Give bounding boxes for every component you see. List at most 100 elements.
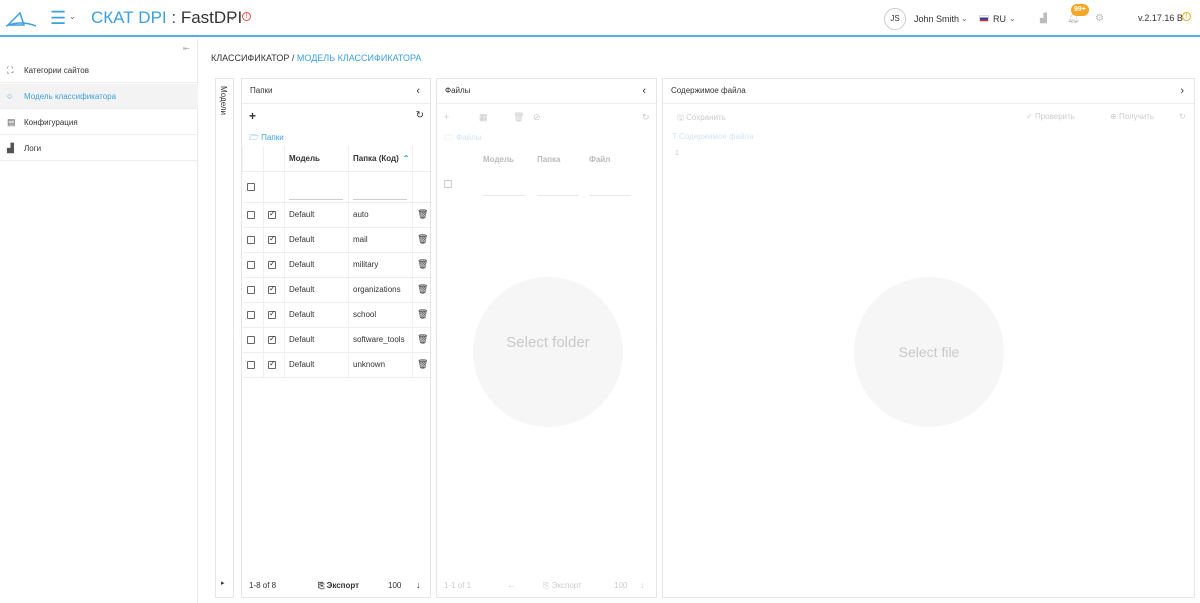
version-info-icon[interactable]: ! xyxy=(1182,12,1191,21)
user-name[interactable]: John Smith xyxy=(914,14,959,24)
select-all-checkbox[interactable] xyxy=(444,180,452,188)
check-button[interactable]: ✓ Проверить xyxy=(1026,112,1075,121)
row-enabled-checkbox[interactable] xyxy=(268,284,276,294)
chevron-left-icon[interactable]: ‹ xyxy=(416,85,420,97)
sidebar-item-logs[interactable]: ▟ Логи xyxy=(0,136,198,161)
row-enabled-checkbox[interactable] xyxy=(268,234,276,244)
menu-icon[interactable]: ☰ xyxy=(50,9,66,27)
cell-folder: software_tools xyxy=(348,327,413,353)
flag-icon[interactable] xyxy=(979,15,989,22)
per-page-select[interactable]: 100 xyxy=(388,581,401,590)
row-select-checkbox[interactable] xyxy=(246,210,255,219)
row-enabled-checkbox[interactable] xyxy=(268,334,276,344)
table-row[interactable]: Default military 🗑︎ xyxy=(242,252,432,278)
collapse-sidebar-icon[interactable]: ⇤ xyxy=(183,44,190,53)
trash-icon[interactable]: 🗑︎ xyxy=(417,209,428,219)
table-row[interactable]: Default auto 🗑︎ xyxy=(242,202,432,228)
download-icon[interactable]: ↓ xyxy=(416,580,421,590)
model-filter-input[interactable] xyxy=(483,195,525,196)
row-select-checkbox[interactable] xyxy=(246,260,255,269)
warning-icon[interactable]: ! xyxy=(242,12,251,21)
globe-icon: ⊕ xyxy=(1110,112,1117,121)
folders-link-label: Папки xyxy=(261,133,284,142)
column-header-model[interactable]: Модель xyxy=(483,155,514,164)
row-select-checkbox[interactable] xyxy=(246,235,255,244)
cell-model: Default xyxy=(284,202,349,228)
chevron-right-icon[interactable]: › xyxy=(1180,85,1184,97)
block-icon[interactable]: ⊘ xyxy=(533,112,541,123)
save-button[interactable]: 🖫︎ Сохранить xyxy=(677,112,726,126)
row-enabled-checkbox[interactable] xyxy=(268,209,276,219)
notification-badge[interactable]: 99+ xyxy=(1071,4,1089,16)
sort-asc-icon[interactable]: ⌃ xyxy=(403,154,410,163)
prev-page-icon[interactable]: ← xyxy=(507,580,516,590)
fetch-button[interactable]: ⊕ Получить xyxy=(1110,112,1154,121)
row-enabled-checkbox[interactable] xyxy=(268,259,276,269)
logo-icon[interactable] xyxy=(6,7,36,29)
sidebar-item-site-categories[interactable]: ⛶ Категории сайтов xyxy=(0,58,198,83)
select-all-checkbox[interactable] xyxy=(246,182,255,191)
trash-icon[interactable]: 🗑︎ xyxy=(417,259,428,269)
column-header-file[interactable]: Файл xyxy=(589,155,610,164)
top-header: ☰ ⌄ СКАТ DPI : FastDPI ⌄ ! JS John Smith… xyxy=(0,0,1200,37)
files-link[interactable]: 🗁︎ Файлы xyxy=(444,132,482,146)
content-link[interactable]: T Содержимое файла xyxy=(672,132,754,141)
folder-filter-input[interactable] xyxy=(537,195,579,196)
refresh-icon[interactable]: ↻ xyxy=(416,110,424,121)
chevron-left-icon[interactable]: ‹ xyxy=(642,85,646,97)
column-header-model[interactable]: Модель xyxy=(284,146,349,172)
row-enabled-checkbox[interactable] xyxy=(268,309,276,319)
row-enabled-checkbox[interactable] xyxy=(268,359,276,369)
user-chevron-icon[interactable]: ⌄ xyxy=(961,14,968,23)
pagination-info: 1-1 of 1 xyxy=(444,581,472,590)
table-row[interactable]: Default school 🗑︎ xyxy=(242,302,432,328)
table-row[interactable]: Default unknown 🗑︎ xyxy=(242,352,432,378)
sidebar-item-configuration[interactable]: ▤ Конфигурация xyxy=(0,110,198,135)
row-select-checkbox[interactable] xyxy=(246,285,255,294)
sidebar-item-classifier-model[interactable]: ○ Модель классификатора xyxy=(0,84,198,109)
row-select-checkbox[interactable] xyxy=(246,335,255,344)
add-file-button[interactable]: + xyxy=(444,112,449,122)
expand-arrow-icon[interactable]: ▸ xyxy=(221,579,225,587)
trash-icon[interactable]: 🗑︎ xyxy=(417,309,428,319)
column-header-folder[interactable]: Папка xyxy=(537,155,560,164)
breadcrumb-root[interactable]: КЛАССИФИКАТОР xyxy=(211,53,289,63)
table-row[interactable]: Default mail 🗑︎ xyxy=(242,227,432,253)
table-row[interactable]: Default software_tools 🗑︎ xyxy=(242,327,432,353)
gear-icon[interactable]: ⚙ xyxy=(1095,13,1104,24)
refresh-icon[interactable]: ↻ xyxy=(1179,112,1186,121)
export-button[interactable]: ⎘ Экспорт xyxy=(543,581,582,591)
folders-toolbar: + ↻ xyxy=(242,105,430,127)
trash-icon[interactable]: 🗑︎ xyxy=(417,359,428,369)
resize-handle[interactable]: ⋮ xyxy=(236,330,244,339)
per-page-select[interactable]: 100 xyxy=(614,581,627,590)
models-panel-collapsed[interactable]: Модели ▸ xyxy=(215,78,234,598)
language-chevron-icon[interactable]: ⌄ xyxy=(1009,14,1016,23)
refresh-icon[interactable]: ↻ xyxy=(642,112,650,123)
row-select-checkbox[interactable] xyxy=(246,360,255,369)
row-select-checkbox[interactable] xyxy=(246,310,255,319)
trash-icon[interactable]: 🗑︎ xyxy=(417,234,428,244)
product-chevron-icon[interactable]: ⌄ xyxy=(229,13,236,22)
chevron-down-icon[interactable]: ⌄ xyxy=(69,12,76,21)
download-icon[interactable]: ↓ xyxy=(640,580,645,590)
trash-icon[interactable]: 🗑︎ xyxy=(513,112,524,123)
table-row[interactable]: Default organizations 🗑︎ xyxy=(242,277,432,303)
export-button[interactable]: ⎘ Экспорт xyxy=(318,581,359,591)
text-icon: T xyxy=(672,132,677,141)
stats-icon[interactable]: ▟ xyxy=(1040,13,1047,24)
grid-icon[interactable]: ▦ xyxy=(479,112,488,123)
cell-model: Default xyxy=(284,252,349,278)
model-filter-input[interactable] xyxy=(289,188,343,200)
folders-link[interactable]: 🗁︎ Папки xyxy=(249,132,284,146)
trash-icon[interactable]: 🗑︎ xyxy=(417,284,428,294)
language-selector[interactable]: RU xyxy=(993,14,1006,24)
cell-model: Default xyxy=(284,352,349,378)
column-header-folder[interactable]: Папка (Код) ⌃ xyxy=(348,146,413,172)
file-filter-input[interactable] xyxy=(589,195,631,196)
avatar[interactable]: JS xyxy=(884,8,906,30)
folder-filter-input[interactable] xyxy=(353,188,407,200)
add-folder-button[interactable]: + xyxy=(249,109,256,123)
line-number: 1 xyxy=(675,150,679,157)
trash-icon[interactable]: 🗑︎ xyxy=(417,334,428,344)
